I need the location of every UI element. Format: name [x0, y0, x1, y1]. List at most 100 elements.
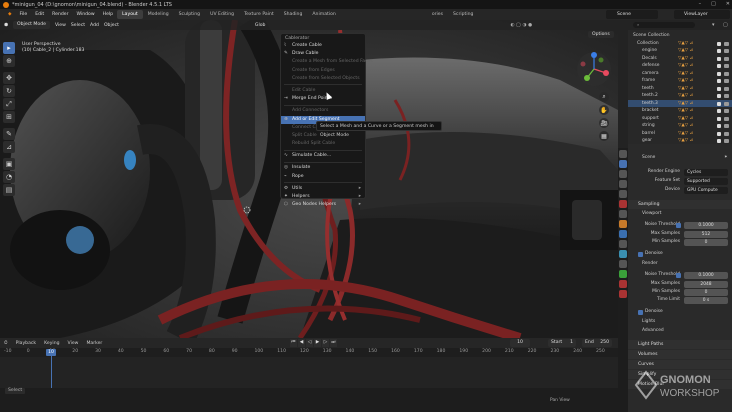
lights-subpanel[interactable]: Lights: [632, 318, 732, 326]
outliner-row[interactable]: Collection ▽▲▽ ⊿: [628, 40, 732, 48]
outliner-row[interactable]: frame ▽▲▽ ⊿: [628, 77, 732, 85]
outliner-row[interactable]: engine ▽▲▽ ⊿: [628, 47, 732, 55]
menu-item-simulate-cable[interactable]: ∿ Simulate Cable...: [281, 152, 365, 160]
render-engine-dropdown[interactable]: Cycles: [684, 168, 728, 176]
render-visibility-icon[interactable]: [724, 109, 729, 113]
menu-item-rope[interactable]: ⌁ Rope: [281, 173, 365, 181]
render-visibility-icon[interactable]: [724, 94, 729, 98]
physics-tab-icon[interactable]: [619, 250, 627, 258]
exclude-checkbox[interactable]: [717, 94, 721, 98]
r-denoise-subpanel[interactable]: Denoise: [632, 308, 732, 316]
outliner-row[interactable]: camera ▽▲▽ ⊿: [628, 70, 732, 78]
render-visibility-icon[interactable]: [724, 86, 729, 91]
measure-tool-icon[interactable]: ⊿: [3, 141, 15, 153]
outliner-row[interactable]: teeth.3 ▽▲▽ ⊿: [628, 99, 732, 107]
menu-object[interactable]: Object: [104, 23, 119, 28]
3d-viewport[interactable]: ⬢ Object Mode View Select Add Object Glo…: [0, 20, 618, 338]
menu-playback[interactable]: Playback: [16, 341, 37, 346]
exclude-checkbox[interactable]: [717, 139, 721, 143]
menu-select[interactable]: Select: [71, 23, 85, 28]
render-visibility-icon[interactable]: [724, 41, 729, 46]
device-dropdown[interactable]: GPU Compute: [684, 186, 728, 194]
blender-menu-icon[interactable]: ◆: [4, 12, 16, 17]
timeline[interactable]: ⏱ Playback Keying View Marker ⏮ ◀ ◁ ▶ ▷ …: [0, 338, 618, 388]
grid-perspective-icon[interactable]: ▦: [599, 131, 609, 141]
world-tab-icon[interactable]: [619, 200, 627, 208]
pan-hand-icon[interactable]: ✋: [599, 105, 609, 115]
vp-denoise-subpanel[interactable]: Denoise: [632, 250, 732, 258]
menu-view[interactable]: View: [55, 23, 66, 28]
prev-key-button[interactable]: ◀: [298, 339, 305, 347]
r-noise-threshold-field[interactable]: 0.1000: [684, 271, 728, 279]
render-visibility-icon[interactable]: [724, 79, 729, 83]
light-paths-panel[interactable]: Light Paths: [628, 340, 732, 349]
menu-item-insulate[interactable]: ◎ Insulate: [281, 164, 365, 172]
tab-texture-paint[interactable]: Texture Paint: [239, 10, 279, 19]
current-frame-field[interactable]: 10: [510, 339, 530, 347]
render-visibility-icon[interactable]: [724, 124, 729, 128]
rotate-tool-icon[interactable]: ↻: [3, 85, 15, 97]
pin-icon[interactable]: ✶: [724, 154, 728, 162]
menu-window[interactable]: Window: [73, 12, 99, 17]
playhead-label[interactable]: 10: [46, 349, 56, 356]
play-button[interactable]: ▶: [314, 339, 321, 347]
move-tool-icon[interactable]: ✥: [3, 72, 15, 84]
tool-tab-icon[interactable]: [619, 150, 627, 158]
advanced-subpanel[interactable]: Advanced: [632, 327, 732, 335]
vp-noise-threshold-field[interactable]: 0.1000: [684, 221, 728, 229]
object-tab-icon[interactable]: [619, 220, 627, 228]
tab-animation[interactable]: Animation: [307, 10, 340, 19]
output-tab-icon[interactable]: [619, 170, 627, 178]
mode-dropdown[interactable]: Object Mode: [13, 21, 50, 29]
tab-uv-editing[interactable]: UV Editing: [205, 10, 239, 19]
new-collection-icon[interactable]: ▢: [723, 22, 728, 28]
cursor-tool-icon[interactable]: ⊕: [3, 55, 15, 67]
exclude-checkbox[interactable]: [717, 56, 721, 61]
menu-item-draw-cable[interactable]: ✎ Draw Cable: [281, 50, 365, 58]
outliner-search-input[interactable]: ⌕: [633, 22, 695, 28]
vp-max-samples-field[interactable]: 512: [684, 230, 728, 238]
render-visibility-icon[interactable]: [724, 116, 729, 121]
outliner-row[interactable]: Decals ▽▲▽ ⊿: [628, 55, 732, 63]
outliner-row[interactable]: teeth.2 ▽▲▽ ⊿: [628, 92, 732, 100]
scene-selector[interactable]: Scene: [606, 10, 658, 19]
maximize-button[interactable]: □: [711, 1, 716, 7]
exclude-checkbox[interactable]: [717, 124, 721, 128]
scale-tool-icon[interactable]: ⤢: [3, 98, 15, 110]
options-dropdown[interactable]: Options: [588, 31, 614, 38]
material-tab-icon[interactable]: [619, 280, 627, 288]
tab-scripting[interactable]: Scripting: [448, 10, 478, 19]
start-frame-field[interactable]: Start 1: [548, 339, 576, 347]
menu-keying[interactable]: Keying: [44, 341, 59, 346]
zoom-icon[interactable]: ⌕: [599, 92, 609, 102]
exclude-checkbox[interactable]: [717, 131, 721, 136]
exclude-checkbox[interactable]: [717, 71, 721, 76]
exclude-checkbox[interactable]: [717, 109, 721, 113]
menu-item-helpers[interactable]: ✦ Helpers ▸: [281, 193, 365, 201]
viewport-subpanel-header[interactable]: Viewport: [632, 210, 732, 218]
vp-noise-checkbox[interactable]: [676, 222, 681, 228]
tab-sculpting[interactable]: Sculpting: [174, 10, 205, 19]
render-visibility-icon[interactable]: [724, 56, 729, 61]
outliner-row[interactable]: defense ▽▲▽ ⊿: [628, 62, 732, 70]
menu-help[interactable]: Help: [99, 12, 117, 17]
exclude-checkbox[interactable]: [717, 49, 721, 53]
tab-layout[interactable]: Layout: [117, 10, 143, 19]
timeline-editor-icon[interactable]: ⏱: [4, 340, 8, 346]
outliner-row[interactable]: support ▽▲▽ ⊿: [628, 115, 732, 123]
next-key-button[interactable]: ▷: [322, 339, 329, 347]
exclude-checkbox[interactable]: [717, 79, 721, 83]
render-subpanel-header[interactable]: Render: [632, 260, 732, 268]
menu-file[interactable]: File: [16, 12, 32, 17]
transform-tool-icon[interactable]: ⊞: [3, 111, 15, 123]
outliner[interactable]: ⌕ ▾ ▢ Scene Collection Collection ▽▲▽ ⊿ eng…: [628, 20, 732, 144]
vp-min-samples-field[interactable]: 0: [684, 238, 728, 246]
render-visibility-icon[interactable]: [724, 131, 729, 136]
exclude-checkbox[interactable]: [717, 116, 721, 121]
menu-add[interactable]: Add: [90, 23, 99, 28]
menu-edit[interactable]: Edit: [31, 12, 48, 17]
playhead[interactable]: [50, 356, 52, 388]
jump-end-button[interactable]: ⏭: [330, 339, 337, 347]
extra-tool-icon[interactable]: ▤: [3, 184, 15, 196]
r-max-samples-field[interactable]: 2048: [684, 280, 728, 288]
